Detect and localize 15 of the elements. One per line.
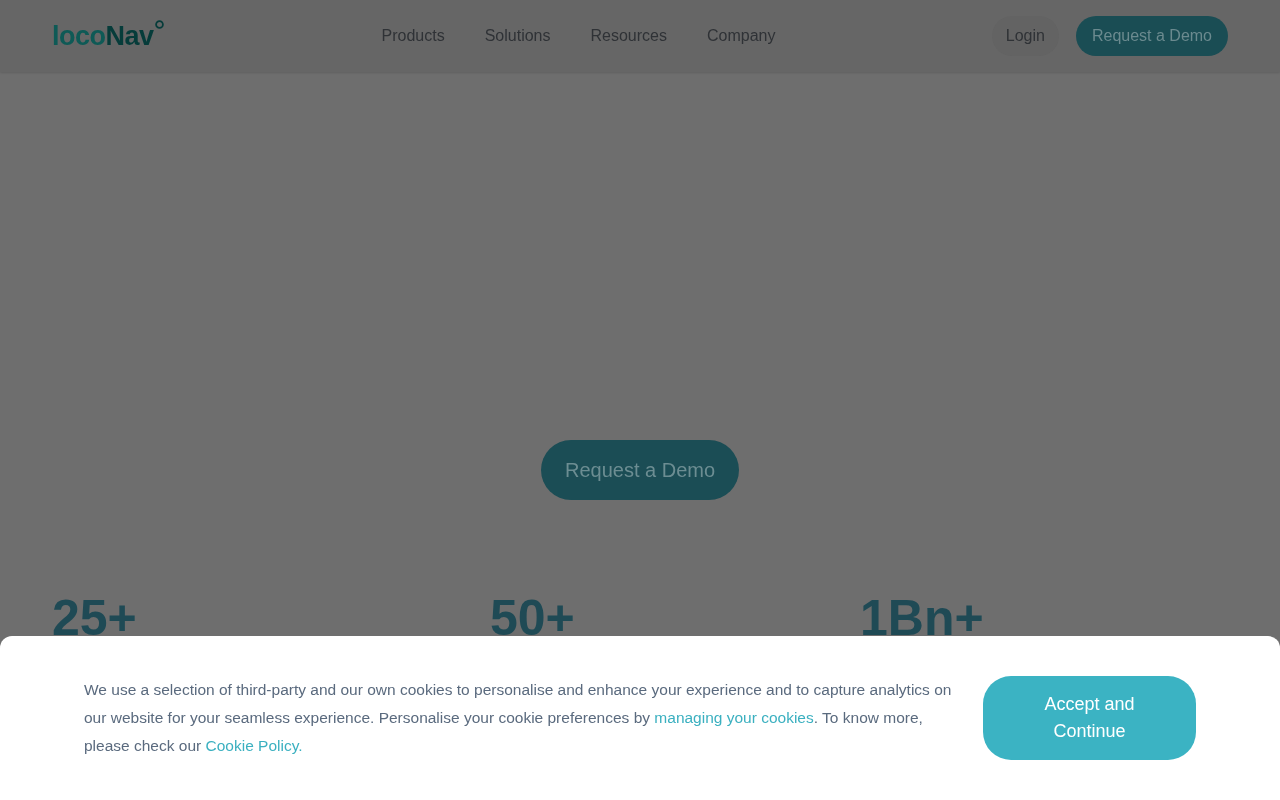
request-demo-button[interactable]: Request a Demo	[540, 440, 740, 500]
request-demo-button[interactable]: Request a Demo	[1075, 16, 1228, 56]
nav-link[interactable]: Resources	[590, 24, 667, 48]
nav-link[interactable]: Products	[381, 24, 445, 48]
stat-number: 1Bn+	[860, 600, 984, 636]
accept-button[interactable]: Accept and Continue	[983, 676, 1196, 760]
stat-number: 25+	[52, 600, 137, 636]
cookie-link[interactable]: managing your cookies	[654, 709, 814, 726]
cookie-link[interactable]: Cookie Policy.	[205, 737, 303, 754]
logo-wordmark[interactable]: locoNav	[52, 22, 154, 50]
nav-link[interactable]: Company	[707, 24, 776, 48]
stat-number: 50+	[490, 600, 575, 636]
cookie-notice-text: We use a selection of third-party and our own cookies to personalise and enhance your experience and to capture analytics on our website for your seamless experience. Personalise your cookie preferences by managing your cookies. To know more, please check our Cookie Policy.	[84, 680, 953, 756]
ring-icon	[154, 19, 164, 29]
nav-link[interactable]: Solutions	[484, 24, 551, 48]
